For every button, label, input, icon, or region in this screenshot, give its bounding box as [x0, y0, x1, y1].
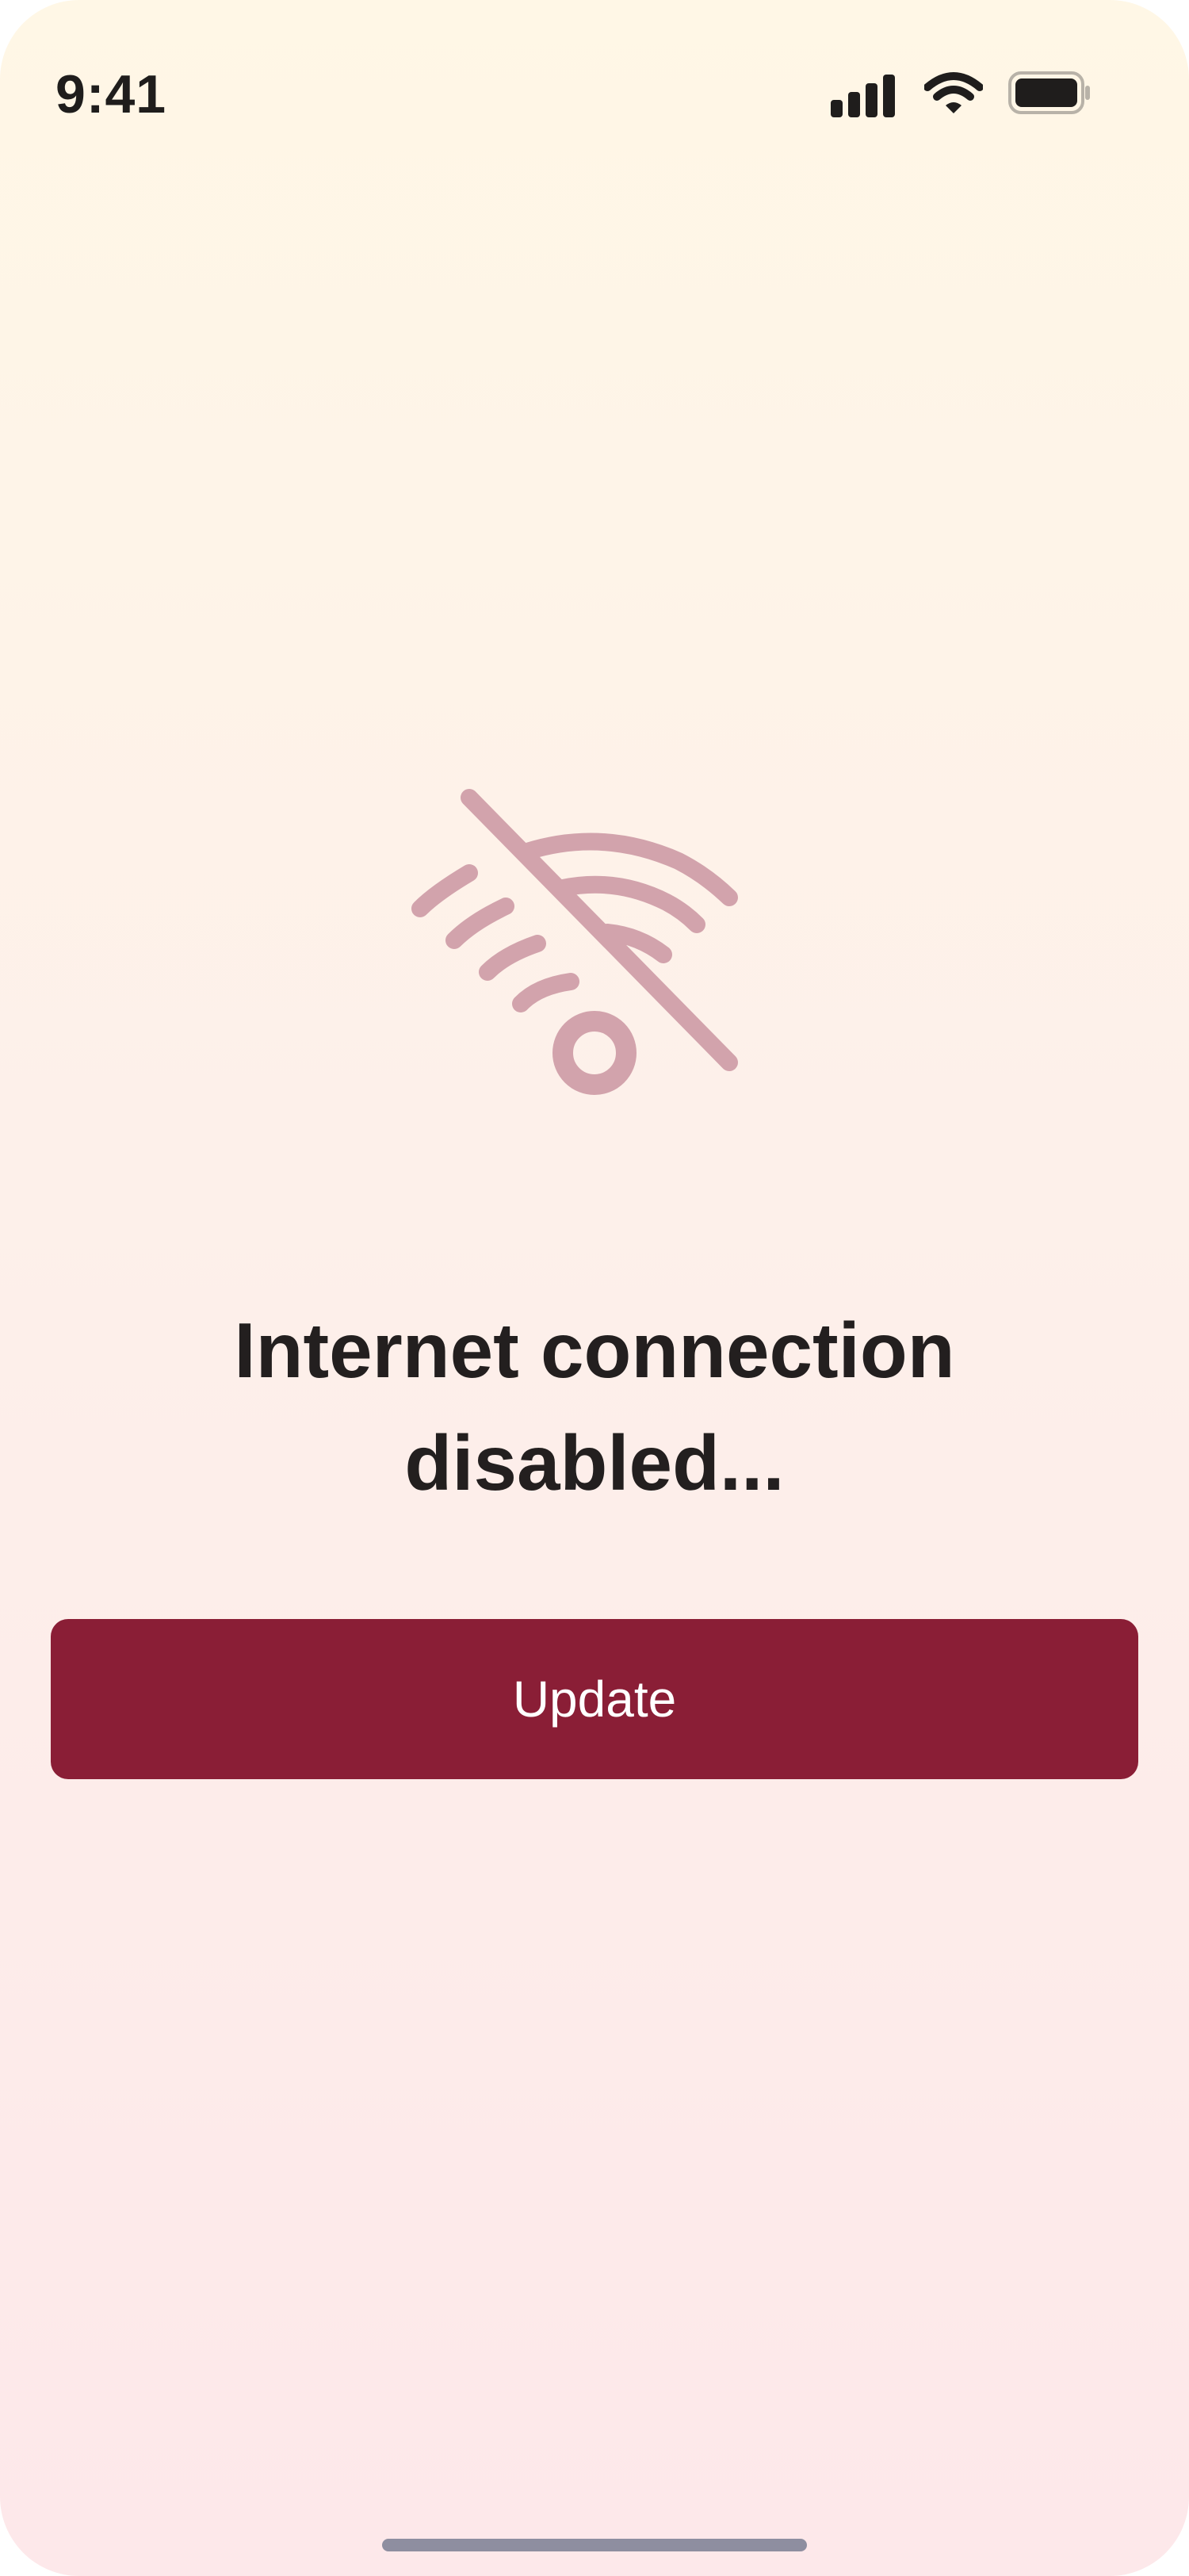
- message-line-1: Internet connection: [234, 1307, 955, 1394]
- status-time: 9:41: [55, 64, 167, 124]
- home-indicator[interactable]: [382, 2539, 807, 2551]
- wifi-off-icon: [411, 789, 738, 1095]
- update-button[interactable]: Update: [51, 1619, 1138, 1779]
- battery-icon: [1008, 71, 1090, 114]
- status-bar: 9:41: [0, 0, 1189, 190]
- message-line-2: disabled...: [404, 1419, 785, 1506]
- cellular-signal-icon: [831, 73, 896, 117]
- phone-screen: 9:41 Internet connection disabled... Upd…: [0, 0, 1189, 2576]
- status-icons: [831, 71, 1140, 121]
- wifi-icon: [924, 72, 983, 113]
- connection-status-message: Internet connection disabled...: [119, 1294, 1070, 1519]
